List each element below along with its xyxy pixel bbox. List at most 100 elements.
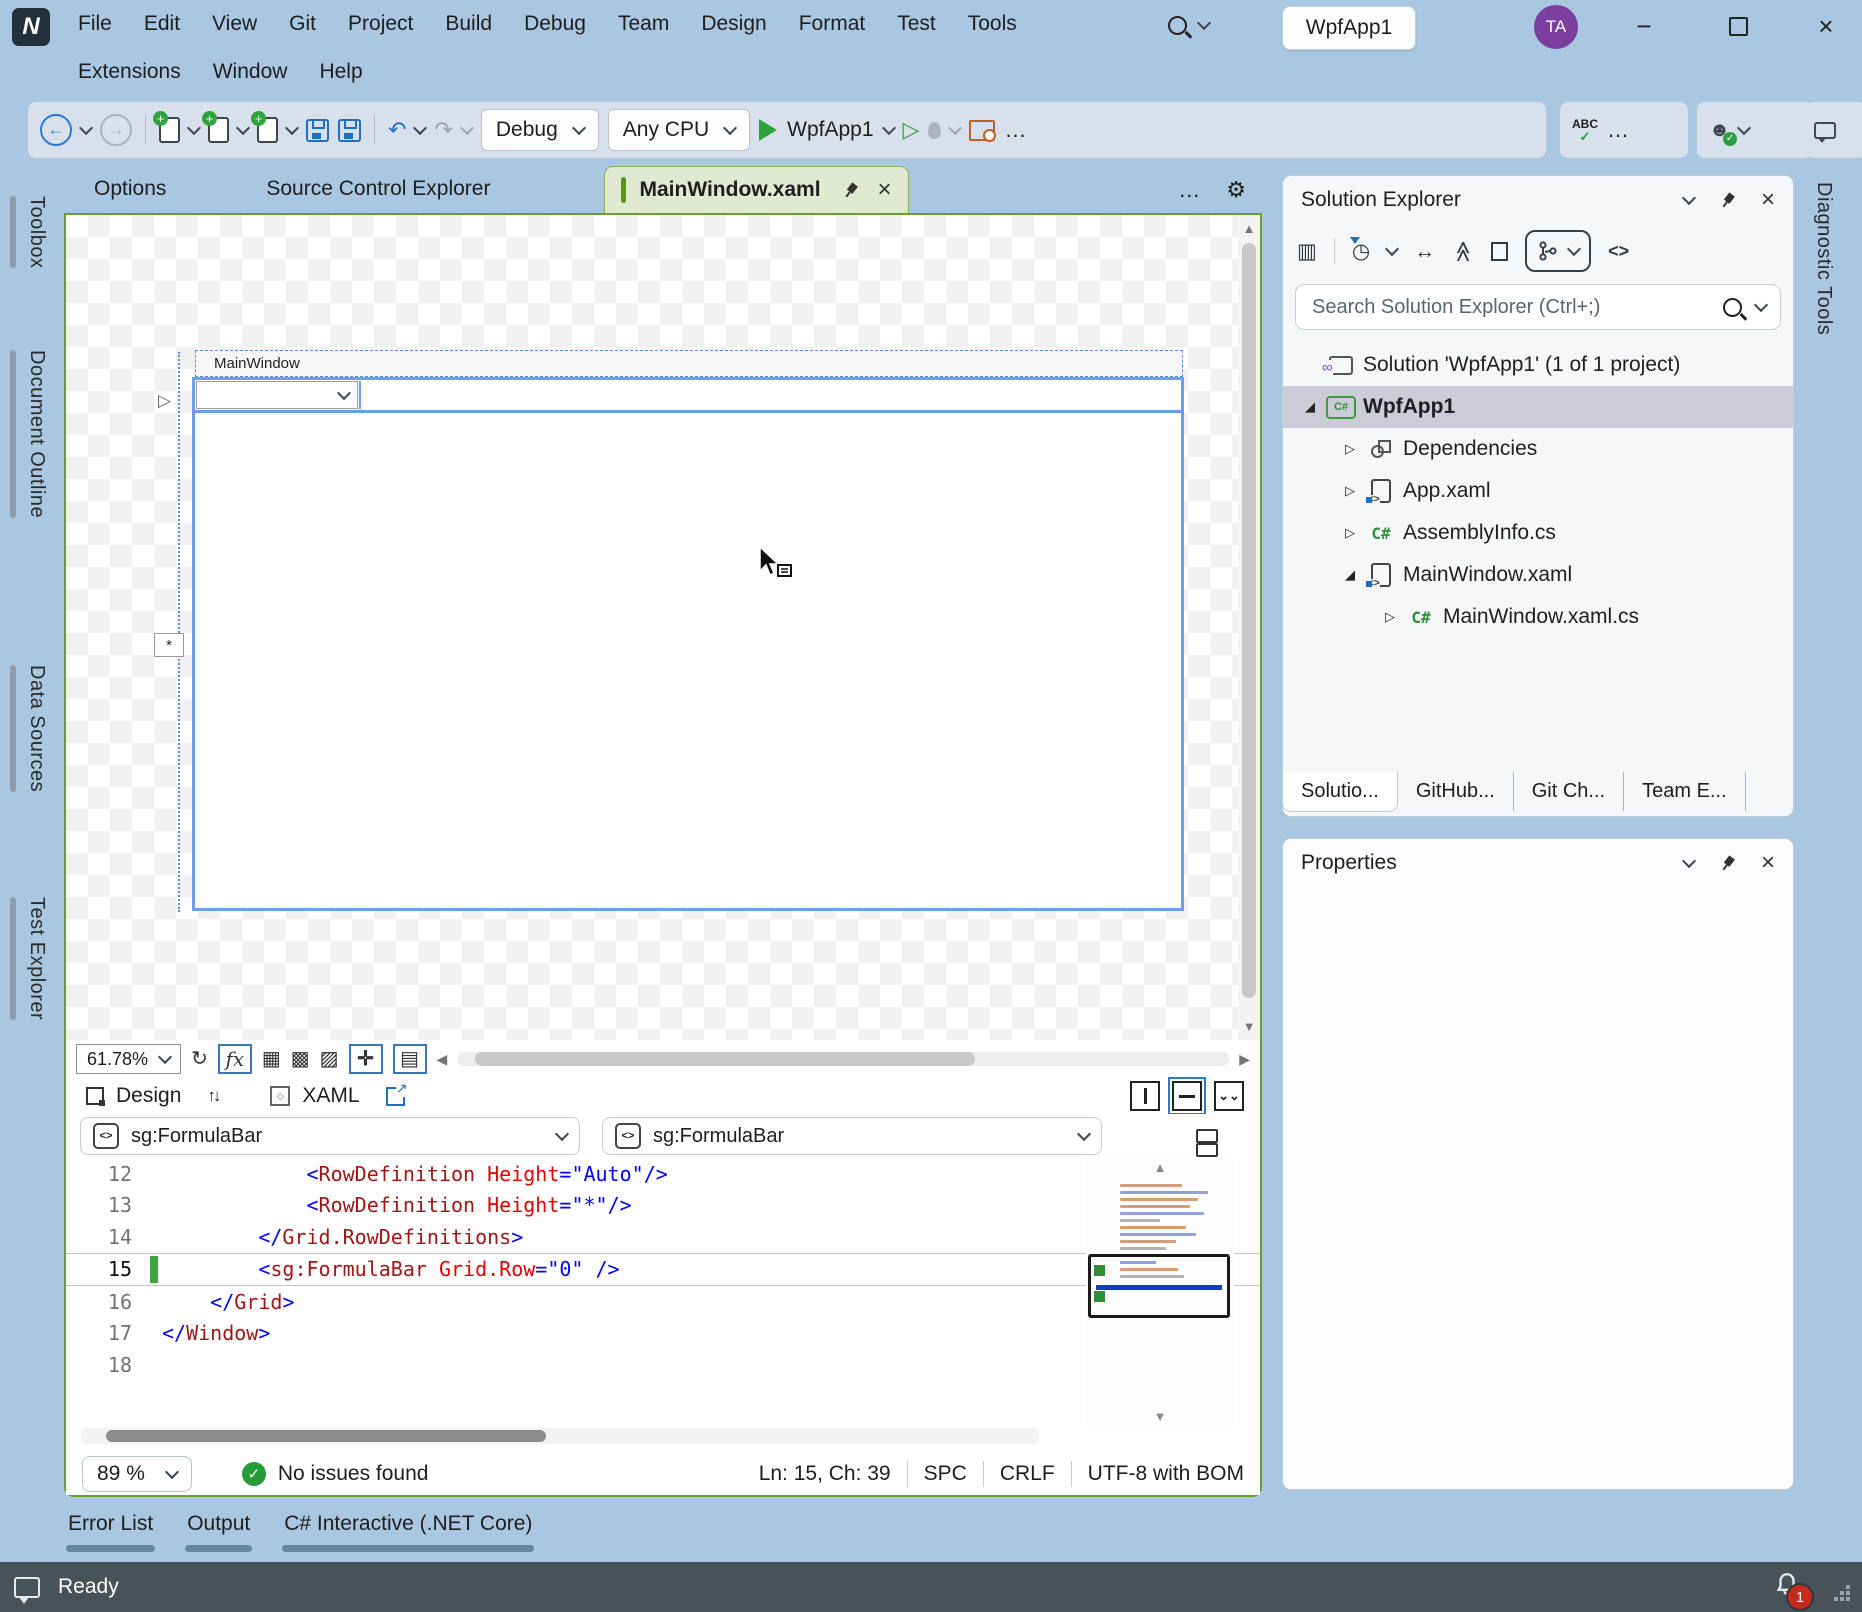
overflow-dots-icon[interactable]: … bbox=[1607, 117, 1629, 143]
side-tab-toolbox[interactable]: Toolbox bbox=[10, 196, 48, 268]
toolbar-overflow-dots-icon[interactable]: … bbox=[1004, 119, 1026, 141]
avatar[interactable]: TA bbox=[1534, 5, 1578, 49]
add-project-item-icon[interactable] bbox=[257, 117, 278, 143]
feedback-bubble-icon[interactable] bbox=[14, 1577, 40, 1598]
expander-expanded-icon[interactable]: ◢ bbox=[1337, 567, 1363, 583]
snapping-toggle-button[interactable]: ✛ bbox=[349, 1044, 383, 1074]
live-share-icon[interactable]: ☻ bbox=[1709, 119, 1730, 142]
artboard-background-toggle-icon[interactable]: ▨ bbox=[320, 1049, 339, 1069]
menu-extensions[interactable]: Extensions bbox=[62, 60, 197, 84]
bottom-tab-output[interactable]: Output bbox=[185, 1512, 252, 1552]
chevron-down-icon[interactable] bbox=[79, 121, 93, 135]
tab-overflow-dots-icon[interactable]: … bbox=[1178, 177, 1200, 203]
chevron-down-icon[interactable] bbox=[413, 121, 427, 135]
zoom-level-dropdown[interactable]: 61.78% bbox=[76, 1044, 181, 1074]
expander-collapsed-icon[interactable]: ▷ bbox=[1377, 609, 1403, 625]
side-tab-data-sources[interactable]: Data Sources bbox=[10, 665, 48, 792]
code-line[interactable]: 16 </Grid> bbox=[66, 1286, 1260, 1318]
menu-format[interactable]: Format bbox=[783, 12, 882, 36]
file-encoding[interactable]: UTF-8 with BOM bbox=[1072, 1462, 1244, 1486]
collapse-all-icon[interactable]: ≪ bbox=[1453, 240, 1474, 262]
panel-tab-git-ch[interactable]: Git Ch... bbox=[1514, 772, 1624, 811]
solution-search-input[interactable] bbox=[1310, 295, 1709, 320]
disable-project-code-button[interactable]: ▤ bbox=[393, 1044, 427, 1074]
chevron-down-icon[interactable] bbox=[1682, 854, 1696, 868]
tree-item-wpfapp1[interactable]: ◢C#WpfApp1 bbox=[1283, 386, 1793, 428]
switch-views-icon[interactable]: ↔ bbox=[1414, 241, 1435, 262]
maximize-button[interactable] bbox=[1712, 0, 1764, 52]
menu-build[interactable]: Build bbox=[429, 12, 508, 36]
hot-reload-icon[interactable] bbox=[928, 122, 941, 139]
menu-edit[interactable]: Edit bbox=[128, 12, 196, 36]
chevron-down-icon[interactable] bbox=[460, 121, 474, 135]
chevron-down-icon[interactable] bbox=[1754, 298, 1768, 312]
save-icon[interactable] bbox=[306, 119, 329, 142]
menu-team[interactable]: Team bbox=[602, 12, 685, 36]
pin-icon[interactable] bbox=[840, 179, 861, 200]
vertical-split-button[interactable] bbox=[1130, 1081, 1160, 1111]
menu-help[interactable]: Help bbox=[303, 60, 378, 84]
code-line[interactable]: 15 <sg:FormulaBar Grid.Row="0" /> bbox=[66, 1253, 1260, 1287]
solution-search-box[interactable] bbox=[1295, 284, 1781, 330]
expander-collapsed-icon[interactable]: ▷ bbox=[1337, 525, 1363, 541]
caret-position[interactable]: Ln: 15, Ch: 39 bbox=[743, 1462, 907, 1486]
chevron-down-icon[interactable] bbox=[1385, 242, 1399, 256]
scrollbar-thumb[interactable] bbox=[475, 1052, 975, 1066]
pin-icon[interactable] bbox=[1717, 189, 1738, 210]
refresh-icon[interactable]: ↻ bbox=[191, 1049, 208, 1069]
code-view-icon[interactable]: <> bbox=[1608, 242, 1629, 260]
minimize-button[interactable]: − bbox=[1618, 0, 1670, 52]
code-line[interactable]: 12 <RowDefinition Height="Auto"/> bbox=[66, 1158, 1260, 1190]
code-line[interactable]: 18 bbox=[66, 1349, 1260, 1381]
panel-tab-github[interactable]: GitHub... bbox=[1398, 772, 1514, 811]
menu-project[interactable]: Project bbox=[332, 12, 429, 36]
bottom-tab-error-list[interactable]: Error List bbox=[66, 1512, 155, 1552]
tree-item-assemblyinfo-cs[interactable]: ▷C#AssemblyInfo.cs bbox=[1283, 512, 1793, 554]
start-debugging-button[interactable]: WpfApp1 bbox=[759, 118, 893, 142]
gear-icon[interactable]: ⚙ bbox=[1226, 177, 1246, 203]
xaml-code-editor[interactable]: 12 <RowDefinition Height="Auto"/>13 <Row… bbox=[66, 1158, 1260, 1426]
chevron-down-icon[interactable] bbox=[948, 121, 962, 135]
tree-item-dependencies[interactable]: ▷Dependencies bbox=[1283, 428, 1793, 470]
expander-expanded-icon[interactable]: ◢ bbox=[1297, 399, 1323, 415]
spell-check-icon[interactable]: ABC✓ bbox=[1572, 118, 1598, 143]
tab-mainwindow-xaml[interactable]: MainWindow.xaml × bbox=[604, 166, 908, 213]
menu-test[interactable]: Test bbox=[881, 12, 952, 36]
xaml-designer-surface[interactable]: MainWindow ▷ * bbox=[66, 215, 1238, 1040]
scroll-left-icon[interactable]: ◀ bbox=[437, 1052, 448, 1066]
popout-pane-icon[interactable] bbox=[386, 1087, 405, 1106]
scrollbar-thumb[interactable] bbox=[106, 1430, 546, 1442]
menu-git[interactable]: Git bbox=[273, 12, 332, 36]
chevron-down-icon[interactable] bbox=[285, 121, 299, 135]
chevron-down-icon[interactable] bbox=[236, 121, 250, 135]
start-without-debugging-icon[interactable]: ▷ bbox=[903, 119, 920, 141]
properties-icon[interactable] bbox=[1491, 242, 1508, 261]
designed-window[interactable] bbox=[192, 377, 1184, 911]
swap-panes-icon[interactable]: ↑↓ bbox=[207, 1086, 218, 1106]
close-icon[interactable]: × bbox=[878, 178, 892, 202]
editor-zoom-dropdown[interactable]: 89 % bbox=[82, 1456, 192, 1492]
menu-window[interactable]: Window bbox=[197, 60, 304, 84]
design-view-tab[interactable]: Design bbox=[86, 1084, 181, 1108]
find-in-files-icon[interactable] bbox=[969, 120, 995, 141]
tab-options[interactable]: Options bbox=[64, 177, 196, 213]
split-editor-icon[interactable] bbox=[1196, 1129, 1218, 1143]
minimap-scroll-up-icon[interactable]: ▲ bbox=[1086, 1160, 1234, 1175]
minimap-viewport[interactable] bbox=[1088, 1254, 1230, 1318]
side-tab-document-outline[interactable]: Document Outline bbox=[10, 350, 48, 518]
grid-row-marker-icon[interactable]: ▷ bbox=[158, 391, 171, 411]
chevron-down-icon[interactable] bbox=[1737, 121, 1751, 135]
view-selector-button[interactable] bbox=[1525, 230, 1591, 272]
designer-horizontal-scrollbar[interactable] bbox=[457, 1052, 1229, 1066]
feedback-icon[interactable] bbox=[1814, 122, 1836, 139]
menu-debug[interactable]: Debug bbox=[508, 12, 602, 36]
minimap-scroll-down-icon[interactable]: ▼ bbox=[1086, 1409, 1234, 1424]
indentation-mode[interactable]: SPC bbox=[908, 1462, 983, 1486]
open-file-icon[interactable] bbox=[208, 117, 229, 143]
show-grid-icon[interactable]: ▦ bbox=[262, 1049, 281, 1069]
formula-bar-combobox[interactable] bbox=[196, 381, 358, 409]
code-line[interactable]: 17</Window> bbox=[66, 1318, 1260, 1350]
menu-file[interactable]: File bbox=[62, 12, 128, 36]
tab-source-control-explorer[interactable]: Source Control Explorer bbox=[236, 177, 520, 213]
grid-row-size-badge[interactable]: * bbox=[154, 633, 184, 657]
